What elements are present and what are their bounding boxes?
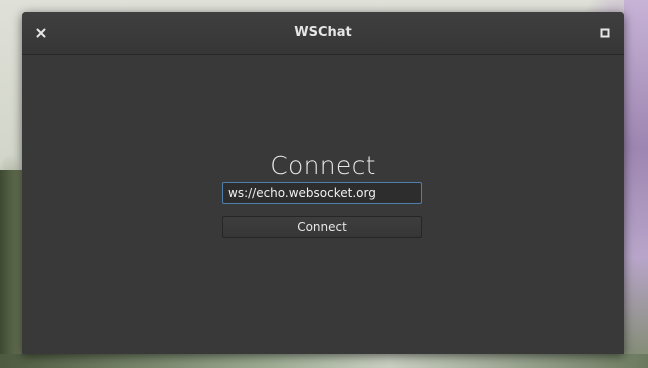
connect-panel: Connect Connect [22,55,624,354]
connect-button[interactable]: Connect [222,216,422,238]
server-url-input[interactable] [222,182,422,204]
maximize-icon [600,28,610,38]
app-window: WSChat Connect Connect [22,12,624,354]
desktop-wallpaper-right [624,0,648,368]
desktop-wallpaper-left [0,170,22,368]
titlebar: WSChat [22,12,624,55]
page-title: Connect [270,151,376,180]
maximize-button[interactable] [596,24,614,42]
window-title: WSChat [294,25,352,40]
desktop-wallpaper-bottom [0,354,648,368]
